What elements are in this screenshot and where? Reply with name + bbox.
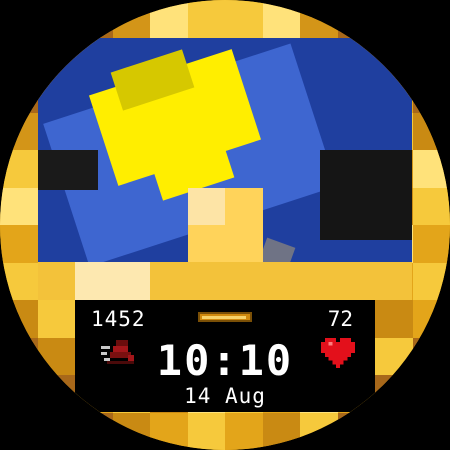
power-bar-icon [198, 312, 252, 322]
info-panel: 1452 72 10:10 14 Aug [75, 300, 375, 412]
power-bar-fill [202, 316, 246, 319]
date-display: 14 Aug [184, 384, 266, 408]
ground-pale [75, 262, 150, 300]
battery-value: 72 [327, 307, 353, 331]
floor-pale [188, 188, 225, 225]
steps-count: 1452 [91, 307, 146, 331]
sky-dark-corner [320, 150, 412, 240]
heart-icon [321, 338, 355, 368]
sky-dark-left [38, 150, 98, 190]
watch-face: 1452 72 10:10 14 Aug [0, 0, 450, 450]
